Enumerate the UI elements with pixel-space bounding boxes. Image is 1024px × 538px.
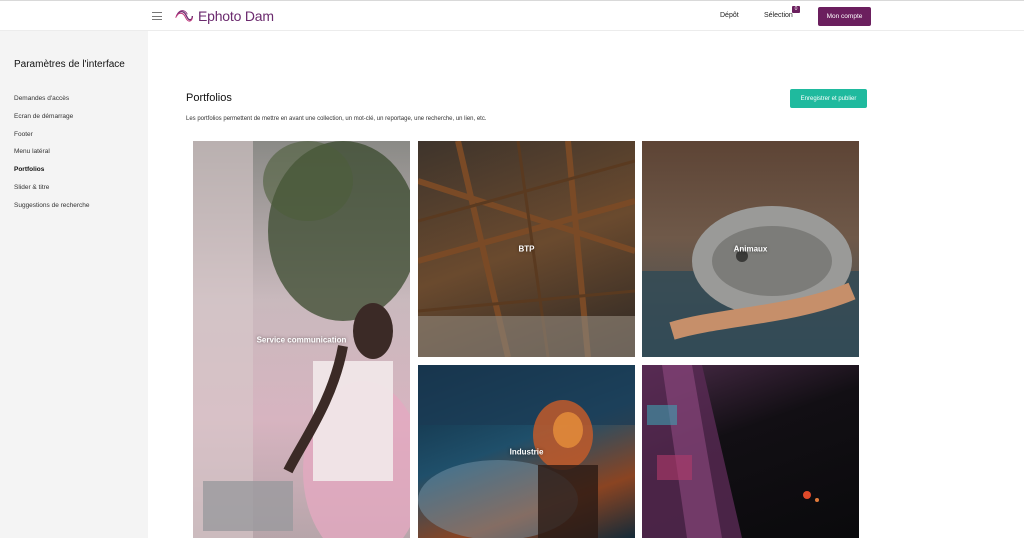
page-title: Portfolios (186, 92, 232, 104)
account-button[interactable]: Mon compte (818, 7, 871, 26)
portfolio-label: Animaux (733, 244, 768, 254)
sidebar-item-portfolios[interactable]: Portfolios (14, 166, 90, 184)
portfolio-tile-btp[interactable]: BTP (418, 141, 635, 357)
selection-count-badge: 0 (792, 6, 800, 13)
logo-icon (175, 10, 193, 22)
top-header: Ephoto Dam Dépôt Sélection 0 Mon compte (0, 0, 1024, 31)
sidebar-title: Paramètres de l'interface (14, 59, 125, 70)
portfolio-tile-service-communication[interactable]: Service communication (193, 141, 410, 538)
portfolio-label: Service communication (256, 335, 347, 344)
sidebar-item-search-suggestions[interactable]: Suggestions de recherche (14, 202, 90, 220)
nav-selection-link[interactable]: Sélection (764, 12, 793, 19)
sidebar-menu: Demandes d'accès Ecran de démarrage Foot… (14, 95, 90, 220)
portfolio-tile-animaux[interactable]: Animaux (642, 141, 859, 357)
portfolio-tile-industrie[interactable]: Industrie (418, 365, 635, 538)
settings-sidebar: Paramètres de l'interface Demandes d'acc… (0, 31, 148, 538)
portfolio-tile-night-scene[interactable] (642, 365, 859, 538)
page-description: Les portfolios permettent de mettre en a… (186, 116, 487, 122)
portfolio-label: BTP (518, 244, 535, 254)
sidebar-item-footer[interactable]: Footer (14, 131, 90, 149)
sidebar-item-access-requests[interactable]: Demandes d'accès (14, 95, 90, 113)
sidebar-item-side-menu[interactable]: Menu latéral (14, 148, 90, 166)
portfolio-label: Industrie (509, 447, 544, 456)
save-publish-button[interactable]: Enregistrer et publier (790, 89, 867, 108)
hamburger-menu-icon[interactable] (152, 12, 162, 20)
sidebar-item-slider-title[interactable]: Slider & titre (14, 184, 90, 202)
nav-depot-link[interactable]: Dépôt (720, 12, 739, 19)
app-logo[interactable]: Ephoto Dam (174, 7, 274, 25)
logo-text: Ephoto Dam (198, 8, 274, 24)
sidebar-item-start-screen[interactable]: Ecran de démarrage (14, 113, 90, 131)
neon-night-photo (642, 365, 819, 538)
